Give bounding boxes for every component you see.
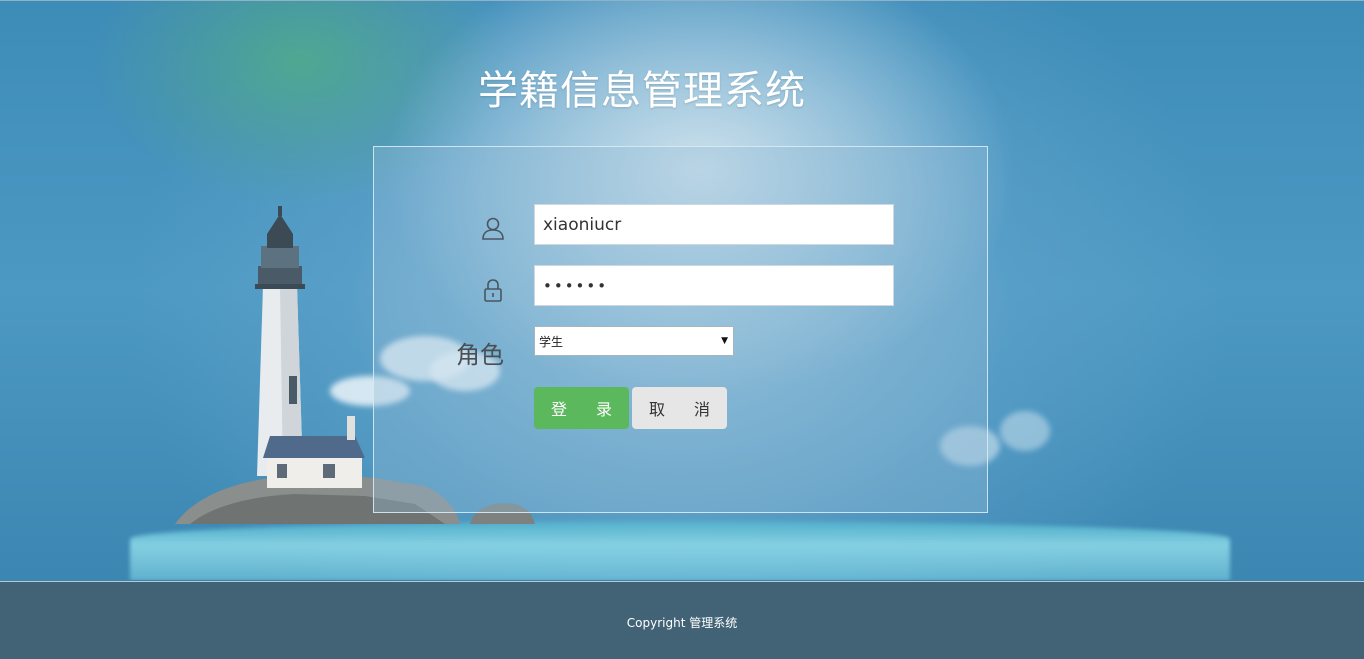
page-title: 学籍信息管理系统: [478, 68, 806, 114]
user-icon: [482, 217, 504, 240]
username-input[interactable]: xiaoniucr: [534, 204, 894, 245]
role-select[interactable]: 学生 ▼: [534, 326, 734, 356]
copyright-text: Copyright 管理系统: [626, 616, 738, 630]
lock-icon: [484, 279, 502, 302]
cloud: [1000, 411, 1050, 451]
password-input[interactable]: ••••••: [534, 265, 894, 306]
footer: Copyright 管理系统: [0, 581, 1364, 659]
login-button[interactable]: 登 录: [534, 387, 629, 429]
chevron-down-icon: ▼: [721, 336, 728, 346]
login-panel: xiaoniucr •••••• 角色 学生 ▼ 登 录 取 消: [373, 146, 988, 513]
role-select-value: 学生: [539, 334, 564, 349]
role-label: 角色: [456, 341, 504, 369]
cancel-button[interactable]: 取 消: [632, 387, 727, 429]
